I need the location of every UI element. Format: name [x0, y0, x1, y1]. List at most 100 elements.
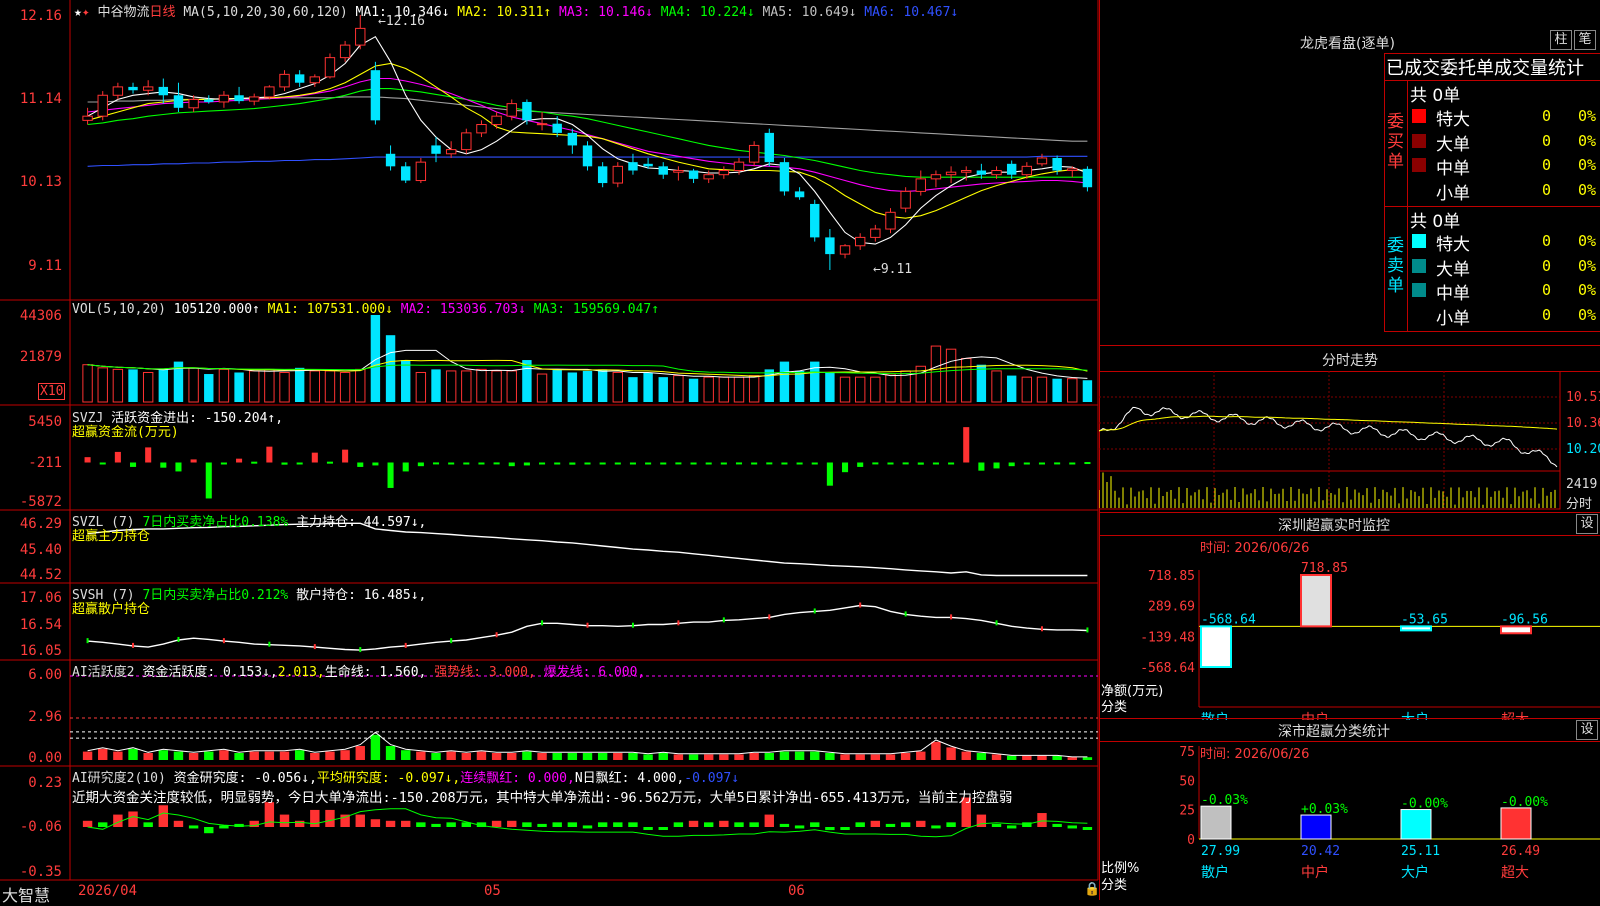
classify-bar: [1400, 809, 1432, 840]
activity-bar: [870, 754, 881, 760]
activity-bar: [1037, 755, 1047, 760]
fenshi-axis-label: 10.36: [1566, 416, 1600, 431]
flow-bar: [1008, 462, 1015, 467]
activity-bar: [476, 751, 487, 760]
candle: [279, 73, 290, 88]
research-bar: [613, 822, 623, 827]
volume-bar: [158, 369, 169, 402]
flow-bar: [766, 462, 773, 465]
monitor-chart[interactable]: 718.85289.69-139.48-568.64-568.64散户718.8…: [1099, 535, 1600, 720]
svzl-sub: 超赢主力持仓: [72, 529, 151, 544]
research-bar: [810, 822, 820, 827]
plus-icon[interactable]: ✦: [82, 5, 90, 20]
volume-bar: [582, 370, 593, 402]
holding-tick: [495, 632, 498, 638]
monitor-settings-button[interactable]: 设: [1576, 514, 1598, 534]
research-bar: [688, 820, 699, 827]
star-icon[interactable]: ★: [74, 5, 82, 20]
order-row-pct: 0%: [1578, 256, 1597, 275]
candle: [522, 101, 532, 121]
candle: [703, 174, 714, 180]
volume-bar: [718, 376, 730, 403]
research-bar: [825, 827, 835, 831]
ai1-axis-label: 0.00: [28, 750, 62, 766]
fenshi-chart[interactable]: [1099, 371, 1600, 511]
monitor-xlabel: 分类: [1101, 700, 1128, 715]
research-bar: [597, 822, 608, 827]
svzl-panel: [87, 522, 1088, 577]
activity-bar: [173, 751, 184, 760]
ai2-comment: 近期大资金关注度较低，明显弱势，今日大单净流出:-150.208万元，其中特大单…: [72, 790, 1013, 806]
research-bar: [1052, 823, 1062, 827]
svsh-axis-label: 16.05: [19, 643, 62, 659]
flow-bar: [99, 462, 106, 465]
classify-settings-button[interactable]: 设: [1576, 720, 1598, 740]
volume-bar: [597, 369, 608, 402]
candle: [658, 166, 668, 175]
svzj-axis-label: -5872: [19, 494, 62, 510]
price-panel: [82, 15, 1093, 270]
classify-axis-label: 75: [1179, 745, 1195, 760]
flow-bar: [614, 462, 621, 465]
classify-bar: [1200, 805, 1232, 840]
classify-category: 散户: [1201, 864, 1229, 881]
activity-bar: [931, 741, 941, 760]
classify-xlabel: 分类: [1101, 878, 1128, 893]
fenshi-vol-label: 2419: [1566, 477, 1598, 492]
activity-bar: [340, 750, 350, 760]
candle: [900, 190, 911, 209]
research-bar: [355, 814, 365, 827]
order-row: 特大 0 0%: [1410, 229, 1600, 255]
research-bar: [537, 823, 547, 827]
order-row-count: 0: [1542, 281, 1552, 299]
flow-bar: [932, 462, 939, 465]
activity-bar: [537, 753, 547, 760]
monitor-bar-label: -568.64: [1201, 612, 1256, 627]
flow-bar: [857, 462, 864, 467]
order-row-count: 0: [1542, 107, 1552, 125]
lock-icon[interactable]: 🔒: [1084, 882, 1100, 897]
order-color-swatch: [1412, 158, 1426, 172]
candle: [1082, 168, 1093, 188]
holding-tick: [859, 602, 862, 608]
activity-bar: [446, 751, 456, 760]
classify-chart[interactable]: 75 50 25 0 -0.03% 27.99 散户 +0.03% 20.42 中户 -0.00% 2…: [1099, 741, 1600, 900]
bar-mode-button[interactable]: 柱: [1550, 30, 1572, 50]
order-row-label: 特大: [1436, 110, 1470, 130]
research-bar: [916, 820, 926, 827]
tab-volume-stats[interactable]: 已成交委托单成交量统计: [1386, 54, 1600, 80]
flow-bar: [387, 462, 394, 488]
candle: [748, 144, 760, 163]
flow-bar: [902, 462, 909, 465]
flow-bar: [993, 462, 1000, 469]
flow-bar: [796, 462, 803, 465]
research-bar: [794, 825, 805, 829]
flow-bar: [281, 462, 288, 465]
stock-name[interactable]: 中谷物流: [97, 5, 149, 20]
kline-chart-area[interactable]: [0, 0, 1100, 900]
order-row-label: 中单: [1436, 159, 1470, 179]
ma-def: MA(5,10,20,30,60,120): [183, 5, 348, 20]
svsh-axis-label: 16.54: [19, 617, 62, 633]
order-row-pct: 0%: [1578, 156, 1597, 174]
volume-bar: [142, 371, 154, 403]
volume-bar: [234, 372, 244, 402]
holding-tick: [541, 620, 544, 626]
candle: [506, 103, 517, 117]
ma5-value: MA5: 10.649↓: [762, 5, 857, 20]
activity-bar: [855, 754, 865, 760]
order-row-count: 0: [1542, 180, 1552, 199]
period-label[interactable]: 日线: [150, 5, 176, 20]
candle: [718, 170, 730, 176]
research-bar: [385, 820, 396, 827]
tick-mode-button[interactable]: 笔: [1574, 30, 1596, 50]
activity-bar: [249, 751, 259, 760]
flow-bar: [887, 462, 894, 465]
flow-bar: [1069, 462, 1076, 465]
volume-bar: [445, 370, 457, 403]
candle: [431, 145, 441, 154]
holding-tick: [995, 620, 998, 626]
candle: [112, 86, 124, 96]
flow-bar: [872, 462, 879, 465]
activity-bar: [522, 751, 532, 760]
